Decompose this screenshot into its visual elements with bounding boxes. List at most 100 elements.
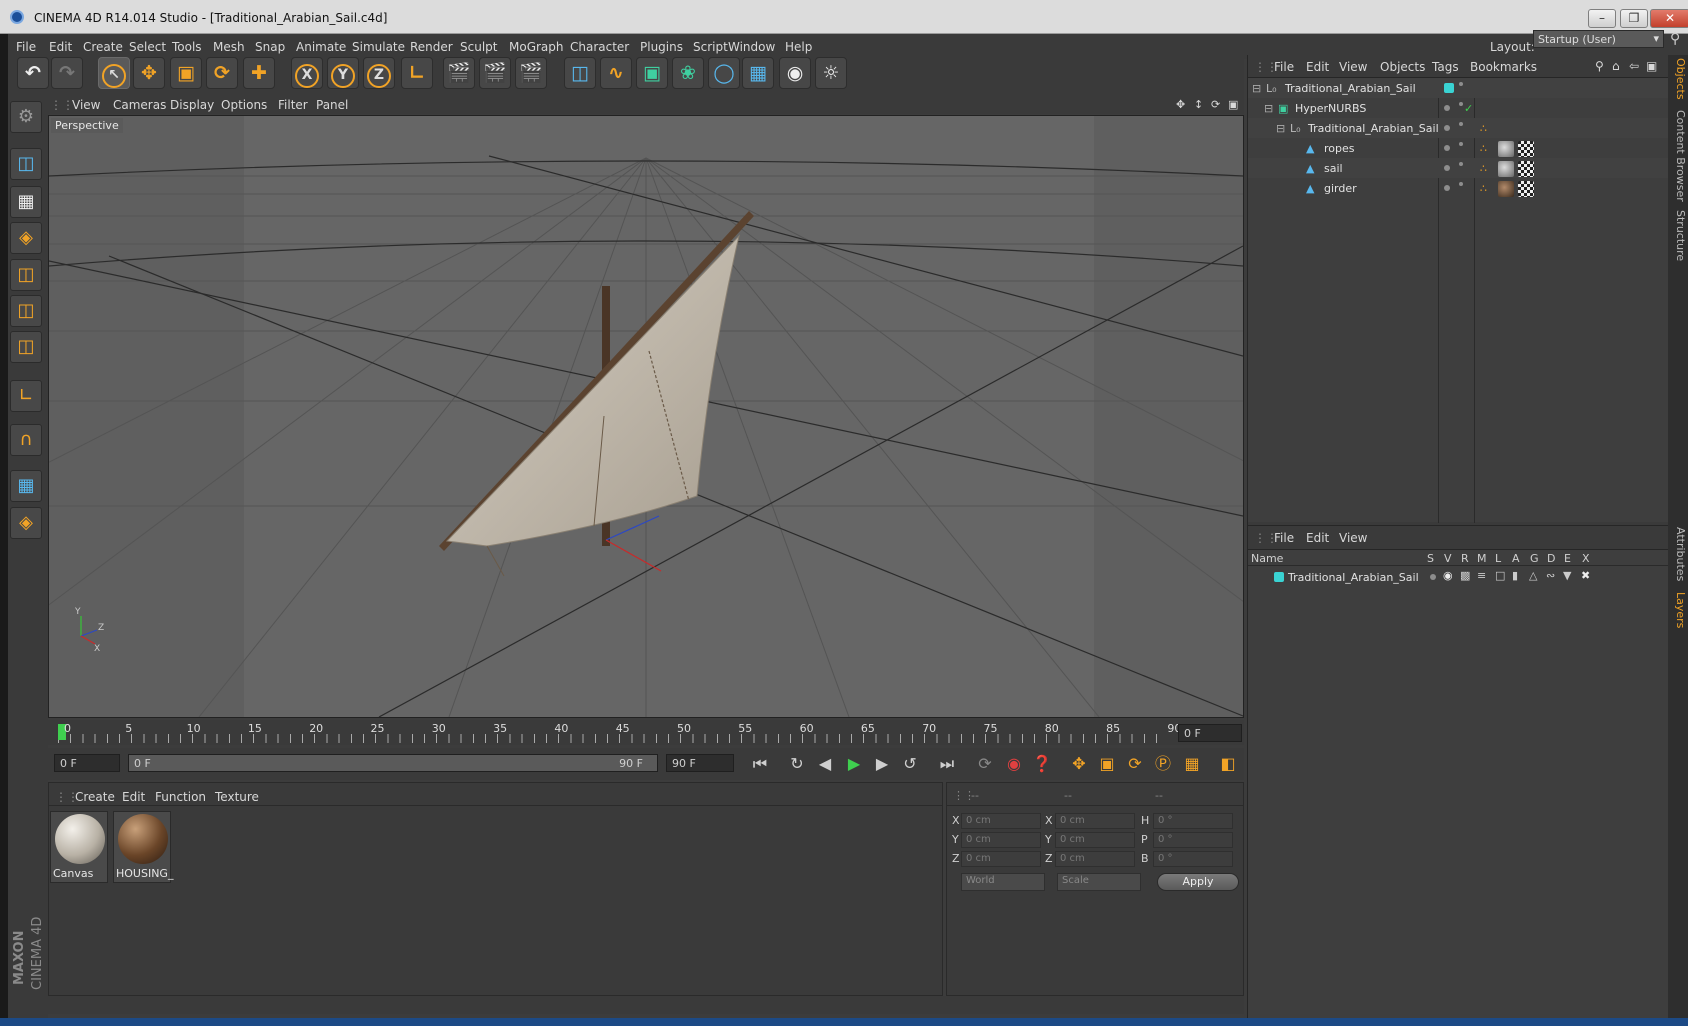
- uvw-tag-icon[interactable]: [1518, 141, 1534, 157]
- step-forward-icon[interactable]: ▶: [870, 752, 894, 776]
- phong-tag-icon[interactable]: ∴: [1480, 122, 1487, 135]
- render-settings-icon[interactable]: 🎬: [515, 57, 547, 89]
- apply-button[interactable]: Apply: [1157, 873, 1239, 891]
- layer-deformers-icon[interactable]: ∾: [1546, 569, 1555, 582]
- undo-icon[interactable]: ↶: [17, 57, 49, 89]
- editor-visibility-dot[interactable]: [1459, 102, 1463, 106]
- material-swatch-housing[interactable]: HOUSING_: [113, 811, 173, 883]
- tab-attributes[interactable]: Attributes: [1669, 527, 1687, 581]
- menu-simulate[interactable]: Simulate: [352, 40, 405, 54]
- model-mode-icon[interactable]: ◫: [10, 148, 42, 180]
- toggle-layout-icon[interactable]: ▣: [1228, 98, 1238, 111]
- step-back-icon[interactable]: ◀: [813, 752, 837, 776]
- editor-visibility-dot[interactable]: [1459, 162, 1463, 166]
- axis-mode-icon[interactable]: ∟: [10, 380, 42, 412]
- menu-mograph[interactable]: MoGraph: [509, 40, 564, 54]
- record-scale-icon[interactable]: ▣: [1095, 752, 1119, 776]
- menu-script[interactable]: Script: [693, 40, 728, 54]
- points-mode-icon[interactable]: ◫: [10, 259, 42, 291]
- perspective-viewport[interactable]: Y Z X Perspective: [48, 115, 1244, 718]
- layer-generators-icon[interactable]: △: [1529, 569, 1537, 582]
- phong-tag-icon[interactable]: ∴: [1480, 162, 1487, 175]
- viewport-menu-display[interactable]: Display: [170, 98, 214, 112]
- pos-x-field[interactable]: 0 cm: [961, 813, 1041, 829]
- object-menu-file[interactable]: File: [1274, 60, 1294, 74]
- autokeying-icon[interactable]: ◉: [1002, 752, 1026, 776]
- menu-mesh[interactable]: Mesh: [213, 40, 245, 54]
- edges-mode-icon[interactable]: ◫: [10, 295, 42, 327]
- object-row[interactable]: ⊟ ▣ HyperNURBS ✓: [1248, 98, 1668, 118]
- material-tag-icon[interactable]: [1498, 161, 1514, 177]
- viewport-menu-filter[interactable]: Filter: [278, 98, 308, 112]
- viewport-menu-panel[interactable]: Panel: [316, 98, 348, 112]
- size-z-field[interactable]: 0 cm: [1055, 851, 1135, 867]
- x-axis-lock-button[interactable]: X: [291, 57, 323, 89]
- menu-tools[interactable]: Tools: [172, 40, 202, 54]
- spline-icon[interactable]: ∿: [600, 57, 632, 89]
- collapse-icon[interactable]: ⊟: [1276, 122, 1285, 135]
- y-axis-lock-button[interactable]: Y: [327, 57, 359, 89]
- menu-animate[interactable]: Animate: [296, 40, 346, 54]
- object-row[interactable]: ⊟ L₀ Traditional_Arabian_Sail ∴: [1248, 118, 1668, 138]
- tab-structure[interactable]: Structure: [1669, 210, 1687, 261]
- material-menu-create[interactable]: Create: [75, 790, 115, 804]
- menu-plugins[interactable]: Plugins: [640, 40, 683, 54]
- object-menu-edit[interactable]: Edit: [1306, 60, 1329, 74]
- search-icon[interactable]: ⚲: [1595, 59, 1604, 73]
- object-menu-bookmarks[interactable]: Bookmarks: [1470, 60, 1537, 74]
- phong-tag-icon[interactable]: ∴: [1480, 142, 1487, 155]
- coordinate-system-icon[interactable]: ∟: [401, 57, 433, 89]
- redo-icon[interactable]: ↷: [51, 57, 83, 89]
- tab-content-browser[interactable]: Content Browser: [1669, 110, 1687, 202]
- layout-select[interactable]: Startup (User) ▾: [1533, 30, 1664, 48]
- recent-tools-icon[interactable]: ✚: [243, 57, 275, 89]
- material-tag-icon[interactable]: [1498, 141, 1514, 157]
- render-picture-viewer-icon[interactable]: 🎬: [479, 57, 511, 89]
- keyframe-selection-icon[interactable]: ❓: [1030, 752, 1054, 776]
- material-tag-icon[interactable]: [1498, 181, 1514, 197]
- editor-visibility-dot[interactable]: [1459, 142, 1463, 146]
- menu-render[interactable]: Render: [410, 40, 453, 54]
- viewport-menu-options[interactable]: Options: [221, 98, 267, 112]
- record-point-level-icon[interactable]: ▦: [1180, 752, 1204, 776]
- layer-solo-toggle[interactable]: [1430, 574, 1436, 580]
- planar-workplane-icon[interactable]: ◈: [10, 507, 42, 539]
- layer-view-icon[interactable]: ◉: [1443, 569, 1453, 582]
- light-icon[interactable]: ☼: [815, 57, 847, 89]
- floor-icon[interactable]: ▦: [742, 57, 774, 89]
- locked-workplane-icon[interactable]: ▦: [10, 470, 42, 502]
- layer-animation-icon[interactable]: ▮: [1512, 569, 1518, 582]
- object-row[interactable]: ▲ girder ∴: [1248, 178, 1668, 198]
- object-row[interactable]: ▲ ropes ∴: [1248, 138, 1668, 158]
- layer-row[interactable]: Traditional_Arabian_Sail ◉ ▩ ≡ □ ▮ △ ∾ ▼…: [1248, 568, 1668, 586]
- pos-y-field[interactable]: 0 cm: [961, 832, 1041, 848]
- tab-layers[interactable]: Layers: [1669, 592, 1687, 628]
- pan-view-icon[interactable]: ✥: [1176, 98, 1185, 111]
- camera-icon[interactable]: ◉: [779, 57, 811, 89]
- go-to-next-keyframe-icon[interactable]: ↺: [898, 752, 922, 776]
- layer-menu-edit[interactable]: Edit: [1306, 531, 1329, 545]
- viewport-menu-view[interactable]: View: [72, 98, 100, 112]
- menu-select[interactable]: Select: [129, 40, 166, 54]
- back-icon[interactable]: ⇦: [1629, 59, 1639, 73]
- deformer-icon[interactable]: ◯: [708, 57, 740, 89]
- object-row[interactable]: ⊟ L₀ Traditional_Arabian_Sail: [1248, 78, 1668, 98]
- tab-objects[interactable]: Objects: [1669, 58, 1687, 100]
- rot-p-field[interactable]: 0 °: [1153, 832, 1233, 848]
- layer-menu-view[interactable]: View: [1339, 531, 1367, 545]
- viewport-menu-cameras[interactable]: Cameras: [113, 98, 166, 112]
- render-view-icon[interactable]: 🎬: [443, 57, 475, 89]
- polygons-mode-icon[interactable]: ◫: [10, 331, 42, 363]
- play-icon[interactable]: ▶: [842, 752, 866, 776]
- material-swatch-canvas[interactable]: Canvas: [50, 811, 108, 883]
- rot-b-field[interactable]: 0 °: [1153, 851, 1233, 867]
- record-parameter-icon[interactable]: Ⓟ: [1151, 752, 1175, 776]
- phong-tag-icon[interactable]: ∴: [1480, 182, 1487, 195]
- size-mode-select[interactable]: Scale: [1057, 873, 1141, 891]
- menu-window[interactable]: Window: [728, 40, 775, 54]
- zoom-view-icon[interactable]: ↕: [1194, 98, 1203, 111]
- pos-z-field[interactable]: 0 cm: [961, 851, 1041, 867]
- material-menu-texture[interactable]: Texture: [215, 790, 259, 804]
- frame-range-slider[interactable]: 0 F 90 F: [128, 754, 658, 772]
- record-position-icon[interactable]: ✥: [1067, 752, 1091, 776]
